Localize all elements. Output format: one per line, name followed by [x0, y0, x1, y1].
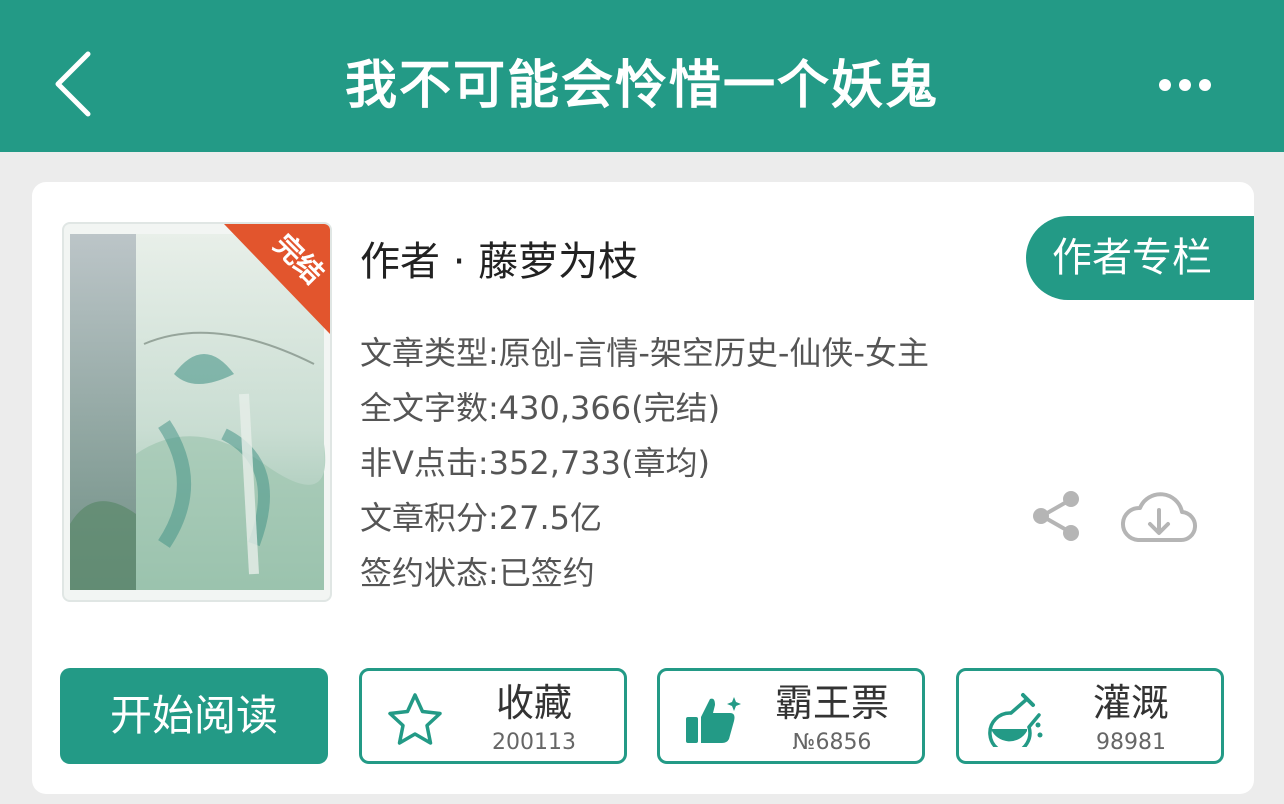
- nourish-label: 灌溉: [1092, 681, 1169, 725]
- vote-label: 霸王票: [774, 681, 889, 725]
- favorite-label: 收藏: [495, 681, 572, 725]
- book-info-list: 文章类型:原创-言情-架空历史-仙侠-女主 全文字数:430,366(完结) 非…: [360, 326, 929, 601]
- share-icon: [1033, 491, 1079, 541]
- start-reading-button[interactable]: 开始阅读: [60, 668, 328, 764]
- download-button[interactable]: [1120, 488, 1198, 548]
- cloud-download-icon: [1121, 492, 1198, 543]
- info-contract-status: 签约状态:已签约: [360, 554, 595, 592]
- thumbs-up-icon: [686, 697, 741, 743]
- vote-button[interactable]: 霸王票 №6856: [657, 668, 925, 764]
- star-icon: [388, 693, 442, 745]
- favorite-count: 200113: [492, 730, 576, 755]
- info-word-count: 全文字数:430,366(完结): [360, 389, 721, 427]
- flask-icon: [988, 693, 1043, 747]
- ellipsis-icon: [1159, 79, 1211, 91]
- info-score: 文章积分:27.5亿: [360, 499, 603, 537]
- top-bar: 我不可能会怜惜一个妖鬼: [0, 0, 1284, 152]
- nourish-count: 98981: [1096, 730, 1166, 755]
- more-button[interactable]: [1150, 70, 1220, 100]
- favorite-button[interactable]: 收藏 200113: [359, 668, 627, 764]
- nourish-button[interactable]: 灌溉 98981: [956, 668, 1224, 764]
- book-info-card: 完结 作者 · 藤萝为枝 作者专栏 文章类型:原创-言情-架空历史-仙侠-女主 …: [32, 182, 1254, 794]
- share-button[interactable]: [1030, 488, 1082, 544]
- book-cover-image: 完结: [64, 224, 330, 600]
- info-genre: 文章类型:原创-言情-架空历史-仙侠-女主: [360, 334, 929, 372]
- page-title: 我不可能会怜惜一个妖鬼: [344, 56, 939, 116]
- author-name[interactable]: 作者 · 藤萝为枝: [360, 234, 638, 290]
- info-clicks: 非Ⅴ点击:352,733(章均): [360, 444, 710, 482]
- book-cover[interactable]: 完结: [62, 222, 332, 602]
- author-column-button[interactable]: 作者专栏: [1026, 216, 1254, 300]
- vote-count: №6856: [792, 730, 872, 755]
